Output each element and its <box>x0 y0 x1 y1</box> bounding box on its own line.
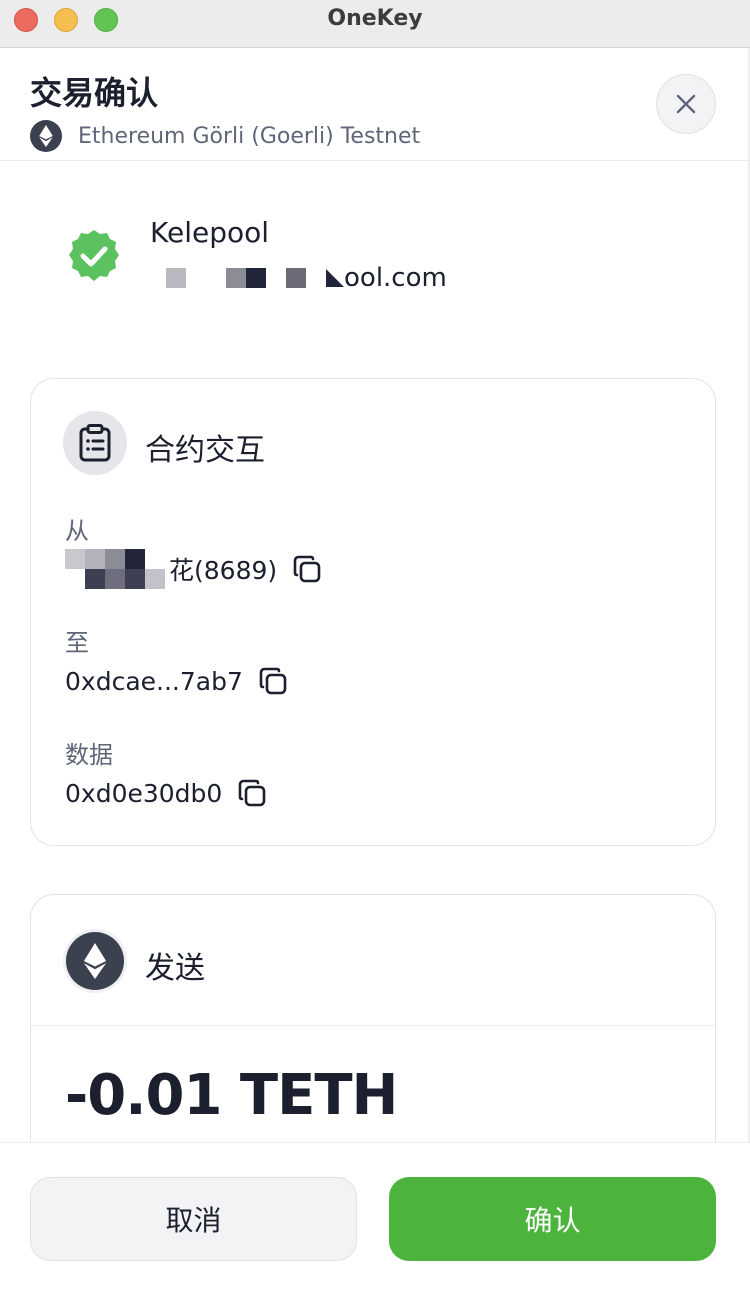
divider <box>31 1025 715 1026</box>
copy-icon[interactable] <box>236 777 268 809</box>
close-icon <box>676 94 696 114</box>
to-address: 0xdcae...7ab7 <box>65 666 243 696</box>
ethereum-icon <box>66 932 124 990</box>
copy-icon[interactable] <box>291 553 323 585</box>
card-title: 发送 <box>145 951 205 986</box>
action-footer: 取消 确认 <box>0 1142 750 1292</box>
window-title: OneKey <box>327 6 423 31</box>
page-title: 交易确认 <box>30 74 159 112</box>
contract-interaction-card: 合约交互 从 花(8689) 至 0xdcae...7ab7 数据 0xd0e3… <box>30 378 716 846</box>
check-circle-icon <box>69 230 119 281</box>
dapp-name: Kelepool <box>150 216 270 249</box>
send-amount: -0.01 TETH <box>65 1063 398 1128</box>
redacted-pixel <box>166 268 186 288</box>
dapp-info: Kelepool ool.com <box>66 210 686 310</box>
redacted-account-name <box>65 549 165 589</box>
network-indicator: Ethereum Görli (Goerli) Testnet <box>30 120 420 152</box>
data-label: 数据 <box>65 741 113 769</box>
contract-icon-badge <box>63 411 127 475</box>
send-icon-badge <box>63 929 127 993</box>
title-bar: OneKey <box>0 0 750 48</box>
to-label: 至 <box>65 629 89 657</box>
ethereum-icon <box>30 120 62 152</box>
modal-header: 交易确认 Ethereum Görli (Goerli) Testnet <box>0 48 750 161</box>
cancel-button[interactable]: 取消 <box>30 1177 357 1261</box>
dapp-url: ool.com <box>166 262 447 294</box>
card-title: 合约交互 <box>145 433 265 468</box>
to-value-row: 0xdcae...7ab7 <box>65 663 289 699</box>
redacted-pixel <box>246 268 266 288</box>
clipboard-icon <box>79 424 111 462</box>
data-value-row: 0xd0e30db0 <box>65 775 268 811</box>
copy-icon[interactable] <box>257 665 289 697</box>
from-value-row: 花(8689) <box>65 549 323 589</box>
from-label: 从 <box>65 517 89 545</box>
data-value: 0xd0e30db0 <box>65 778 223 808</box>
redacted-pixel <box>326 269 344 287</box>
close-button[interactable] <box>656 74 716 134</box>
dapp-url-text: ool.com <box>344 263 447 293</box>
app-window: OneKey 交易确认 Ethereum Görli (Goerli) Test… <box>0 0 750 1292</box>
redacted-pixel <box>226 268 246 288</box>
from-account: 花(8689) <box>169 556 278 585</box>
redacted-pixel <box>286 268 306 288</box>
network-name: Ethereum Görli (Goerli) Testnet <box>78 123 421 149</box>
confirm-button[interactable]: 确认 <box>389 1177 716 1261</box>
